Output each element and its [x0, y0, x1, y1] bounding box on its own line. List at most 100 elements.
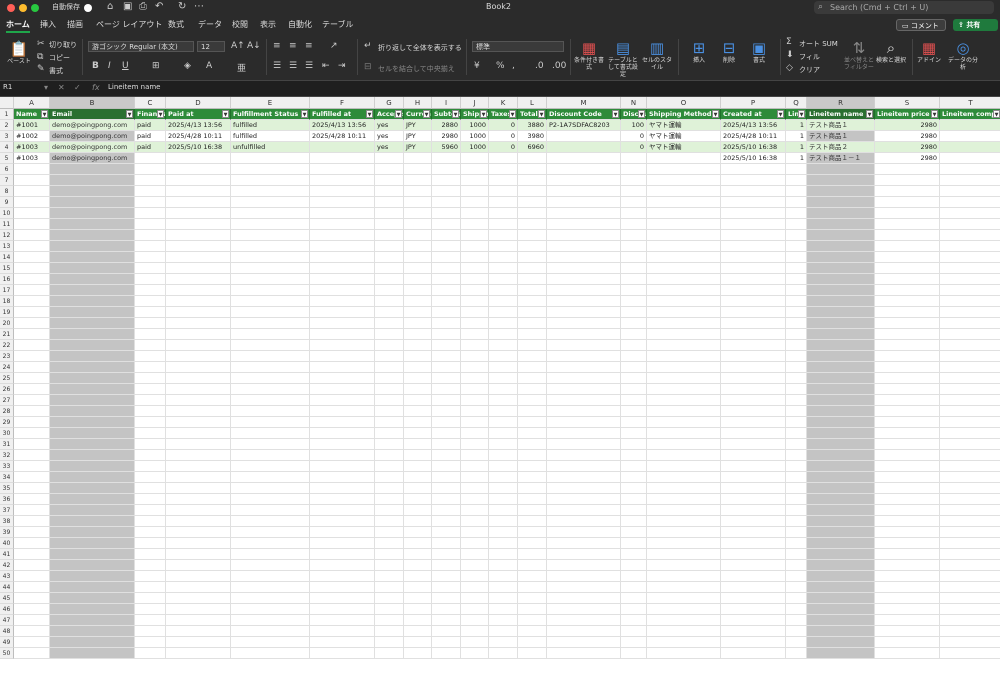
row-header[interactable]: 24	[0, 362, 14, 373]
empty-cell[interactable]	[721, 428, 786, 439]
empty-cell[interactable]	[940, 461, 1000, 472]
empty-cell[interactable]	[14, 560, 50, 571]
empty-cell[interactable]	[489, 230, 518, 241]
table-header-cell[interactable]: Accepts Marketing▼	[375, 109, 404, 120]
table-cell[interactable]: yes	[375, 142, 404, 153]
empty-cell[interactable]	[621, 296, 647, 307]
font-color-icon[interactable]: A	[206, 61, 212, 71]
empty-cell[interactable]	[231, 373, 310, 384]
empty-cell[interactable]	[375, 483, 404, 494]
cut-button[interactable]: 切り取り	[49, 40, 77, 50]
empty-cell[interactable]	[875, 648, 940, 659]
print-icon[interactable]: ⎙	[139, 1, 147, 12]
empty-cell[interactable]	[721, 483, 786, 494]
table-cell[interactable]: #1001	[14, 120, 50, 131]
empty-cell[interactable]	[310, 439, 375, 450]
filter-dropdown-icon[interactable]: ▼	[538, 110, 545, 118]
empty-cell[interactable]	[786, 516, 807, 527]
empty-cell[interactable]	[166, 472, 231, 483]
empty-cell[interactable]	[647, 428, 721, 439]
table-cell[interactable]: 1	[786, 142, 807, 153]
empty-cell[interactable]	[875, 219, 940, 230]
empty-cell[interactable]	[461, 329, 489, 340]
empty-cell[interactable]	[461, 615, 489, 626]
empty-cell[interactable]	[547, 604, 621, 615]
empty-cell[interactable]	[14, 615, 50, 626]
empty-cell[interactable]	[166, 329, 231, 340]
empty-cell[interactable]	[14, 538, 50, 549]
empty-cell[interactable]	[940, 307, 1000, 318]
empty-cell[interactable]	[647, 505, 721, 516]
empty-cell[interactable]	[547, 252, 621, 263]
empty-cell[interactable]	[489, 582, 518, 593]
empty-cell[interactable]	[404, 351, 432, 362]
table-cell[interactable]	[940, 142, 1000, 153]
empty-cell[interactable]	[50, 604, 135, 615]
empty-cell[interactable]	[404, 593, 432, 604]
empty-cell[interactable]	[50, 208, 135, 219]
empty-cell[interactable]	[135, 186, 166, 197]
empty-cell[interactable]	[135, 406, 166, 417]
table-cell[interactable]: 2025/4/13 13:56	[166, 120, 231, 131]
empty-cell[interactable]	[940, 362, 1000, 373]
empty-cell[interactable]	[647, 230, 721, 241]
empty-cell[interactable]	[807, 362, 875, 373]
empty-cell[interactable]	[489, 615, 518, 626]
autosum-button[interactable]: オート SUM	[799, 39, 838, 49]
empty-cell[interactable]	[547, 197, 621, 208]
empty-cell[interactable]	[489, 208, 518, 219]
empty-cell[interactable]	[50, 384, 135, 395]
empty-cell[interactable]	[50, 351, 135, 362]
empty-cell[interactable]	[135, 549, 166, 560]
empty-cell[interactable]	[166, 340, 231, 351]
share-button[interactable]: ⇪ 共有	[953, 19, 998, 31]
empty-cell[interactable]	[432, 175, 461, 186]
row-header[interactable]: 30	[0, 428, 14, 439]
empty-cell[interactable]	[135, 428, 166, 439]
empty-cell[interactable]	[135, 483, 166, 494]
row-header[interactable]: 9	[0, 197, 14, 208]
empty-cell[interactable]	[166, 164, 231, 175]
empty-cell[interactable]	[166, 494, 231, 505]
sort-filter-button[interactable]: ⇅ 並べ替えとフィルター	[842, 40, 876, 72]
empty-cell[interactable]	[50, 450, 135, 461]
empty-cell[interactable]	[375, 626, 404, 637]
empty-cell[interactable]	[547, 461, 621, 472]
empty-cell[interactable]	[875, 527, 940, 538]
empty-cell[interactable]	[14, 483, 50, 494]
filter-dropdown-icon[interactable]: ▼	[222, 110, 229, 118]
empty-cell[interactable]	[786, 428, 807, 439]
row-header[interactable]: 16	[0, 274, 14, 285]
empty-cell[interactable]	[432, 615, 461, 626]
table-cell[interactable]: 1000	[461, 131, 489, 142]
empty-cell[interactable]	[518, 450, 547, 461]
empty-cell[interactable]	[547, 494, 621, 505]
empty-cell[interactable]	[547, 285, 621, 296]
empty-cell[interactable]	[786, 593, 807, 604]
tab-home[interactable]: ホーム	[6, 19, 30, 33]
table-cell[interactable]	[404, 153, 432, 164]
tab-view[interactable]: 表示	[260, 19, 276, 30]
empty-cell[interactable]	[621, 450, 647, 461]
empty-cell[interactable]	[461, 505, 489, 516]
empty-cell[interactable]	[14, 241, 50, 252]
empty-cell[interactable]	[940, 472, 1000, 483]
table-cell[interactable]	[310, 142, 375, 153]
empty-cell[interactable]	[547, 538, 621, 549]
empty-cell[interactable]	[547, 527, 621, 538]
table-cell[interactable]	[621, 153, 647, 164]
empty-cell[interactable]	[518, 340, 547, 351]
empty-cell[interactable]	[547, 164, 621, 175]
empty-cell[interactable]	[875, 186, 940, 197]
empty-cell[interactable]	[432, 362, 461, 373]
empty-cell[interactable]	[518, 439, 547, 450]
empty-cell[interactable]	[875, 637, 940, 648]
table-cell[interactable]	[547, 153, 621, 164]
empty-cell[interactable]	[375, 582, 404, 593]
empty-cell[interactable]	[166, 186, 231, 197]
table-cell[interactable]: 5960	[432, 142, 461, 153]
tab-table[interactable]: テーブル	[322, 19, 354, 30]
align-left-icon[interactable]: ☰	[273, 61, 281, 71]
empty-cell[interactable]	[50, 241, 135, 252]
empty-cell[interactable]	[461, 450, 489, 461]
